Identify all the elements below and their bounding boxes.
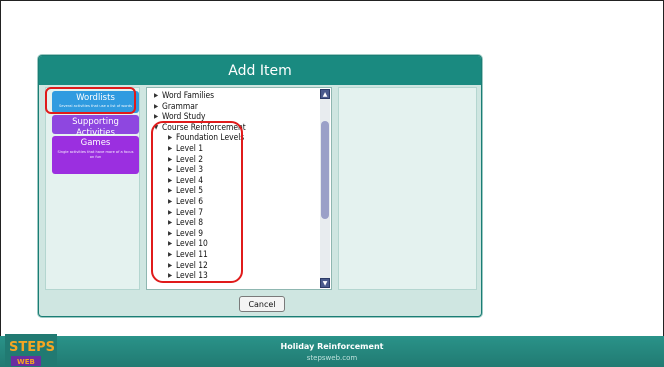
tree-item-grammar[interactable]: ▶ Grammar (154, 101, 319, 112)
tree-item-level-6[interactable]: ▶ Level 6 (154, 196, 319, 207)
tree-item-label: Word Study (162, 111, 206, 122)
scroll-down-icon[interactable]: ▼ (320, 278, 330, 288)
tree-item-course-reinforcement[interactable]: ▼ Course Reinforcement (154, 122, 319, 133)
item-preview-panel (338, 87, 477, 290)
collapse-arrow-icon: ▼ (154, 123, 159, 131)
tree-item-level-3[interactable]: ▶ Level 3 (154, 164, 319, 175)
dialog-title: Add Item (228, 62, 292, 79)
item-tree: ▶ Word Families ▶ Grammar ▶ Word Study ▼ Cou… (154, 90, 319, 281)
item-tree-panel: ▶ Word Families ▶ Grammar ▶ Word Study ▼ Cou… (146, 87, 332, 290)
category-title: Games (80, 138, 111, 148)
add-item-dialog: Add Item Wordlists Several activities th… (38, 55, 482, 317)
tree-item-level-1[interactable]: ▶ Level 1 (154, 143, 319, 154)
tree-item-label: Foundation Levels (176, 132, 245, 143)
tree-item-label: Level 9 (176, 227, 204, 238)
expand-arrow-icon: ▶ (168, 144, 173, 152)
tree-item-label: Level 6 (176, 195, 204, 206)
tree-item-label: Level 8 (176, 217, 204, 228)
tree-item-label: Level 3 (176, 164, 204, 175)
tree-item-level-10[interactable]: ▶ Level 10 (154, 238, 319, 249)
category-games[interactable]: Games Single activities that have more o… (52, 136, 139, 174)
tree-item-level-11[interactable]: ▶ Level 11 (154, 249, 319, 260)
tree-item-label: Grammar (162, 100, 198, 111)
footer-title: Holiday Reinforcement (280, 342, 384, 351)
category-panel: Wordlists Several activities that use a … (45, 87, 140, 290)
tree-item-level-4[interactable]: ▶ Level 4 (154, 175, 319, 186)
category-wordlists[interactable]: Wordlists Several activities that use a … (52, 91, 139, 113)
expand-arrow-icon: ▶ (168, 250, 173, 258)
dialog-header: Add Item (39, 56, 481, 85)
category-supporting-activities[interactable]: Supporting Activities Single activities … (52, 115, 139, 143)
tree-item-level-12[interactable]: ▶ Level 12 (154, 260, 319, 271)
slide-footer: Holiday Reinforcement stepsweb.com (0, 336, 664, 367)
scroll-up-icon[interactable]: ▲ (320, 89, 330, 99)
tree-item-level-13[interactable]: ▶ Level 13 (154, 270, 319, 281)
category-description: Several activities that use a list of wo… (58, 104, 132, 108)
tree-item-label: Level 11 (176, 248, 208, 259)
tree-item-level-8[interactable]: ▶ Level 8 (154, 217, 319, 228)
stepsweb-logo: STEPS WEB (5, 334, 57, 367)
svg-text:STEPS: STEPS (9, 340, 55, 355)
cancel-button[interactable]: Cancel (239, 296, 285, 312)
expand-arrow-icon: ▶ (168, 197, 173, 205)
tree-item-level-9[interactable]: ▶ Level 9 (154, 228, 319, 239)
scroll-thumb[interactable] (321, 121, 329, 219)
tree-item-label: Level 10 (176, 238, 208, 249)
tree-item-label: Level 2 (176, 153, 204, 164)
tree-item-label: Level 7 (176, 206, 204, 217)
tree-item-label: Level 4 (176, 174, 204, 185)
tree-item-word-families[interactable]: ▶ Word Families (154, 90, 319, 101)
tree-item-label: Level 5 (176, 185, 204, 196)
tree-item-label: Level 13 (176, 270, 208, 281)
svg-text:WEB: WEB (17, 358, 35, 366)
tree-item-label: Level 12 (176, 259, 208, 270)
tree-item-label: Course Reinforcement (162, 121, 246, 132)
footer-url: stepsweb.com (306, 354, 358, 362)
tree-item-foundation-levels[interactable]: ▶ Foundation Levels (154, 132, 319, 143)
tree-item-level-7[interactable]: ▶ Level 7 (154, 207, 319, 218)
category-title: Wordlists (76, 93, 115, 103)
tree-item-label: Word Families (162, 90, 215, 100)
category-description: Single activities that have more of a fo… (57, 150, 134, 159)
expand-arrow-icon: ▶ (168, 272, 173, 280)
tree-scrollbar[interactable]: ▲ ▼ (320, 89, 330, 288)
tree-item-label: Level 1 (176, 142, 204, 153)
tree-item-level-5[interactable]: ▶ Level 5 (154, 185, 319, 196)
tree-item-word-study[interactable]: ▶ Word Study (154, 111, 319, 122)
tree-item-level-2[interactable]: ▶ Level 2 (154, 154, 319, 165)
